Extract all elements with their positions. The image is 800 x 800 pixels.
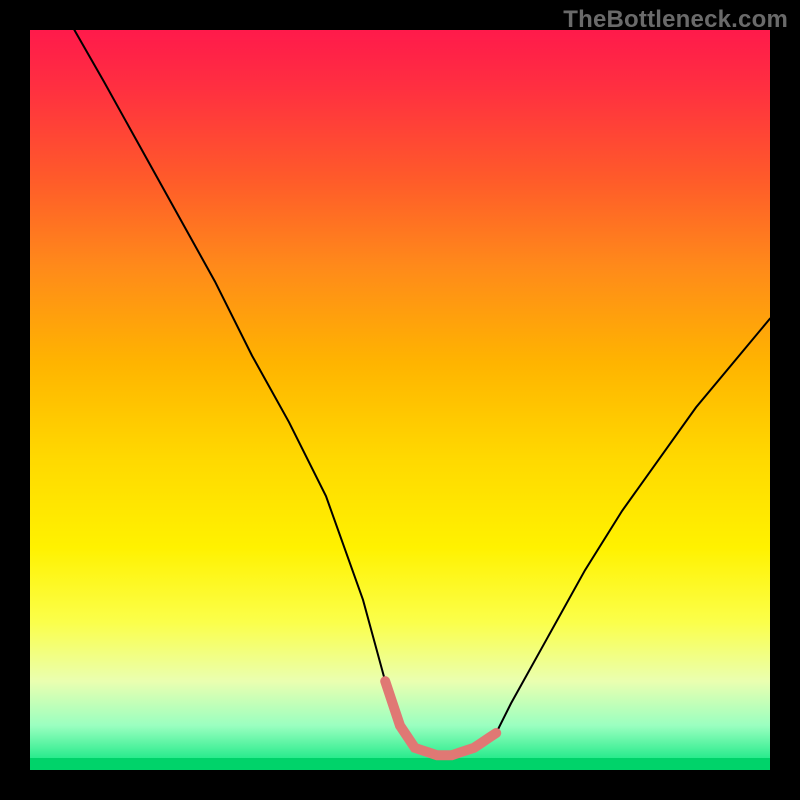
highlight-band-path: [385, 681, 496, 755]
green-baseline-strip: [30, 758, 770, 770]
chart-stage: TheBottleneck.com: [0, 0, 800, 800]
bottleneck-curve-path: [74, 30, 770, 755]
plot-area: [30, 30, 770, 770]
watermark-text: TheBottleneck.com: [563, 6, 788, 34]
bottleneck-curve-svg: [30, 30, 770, 770]
